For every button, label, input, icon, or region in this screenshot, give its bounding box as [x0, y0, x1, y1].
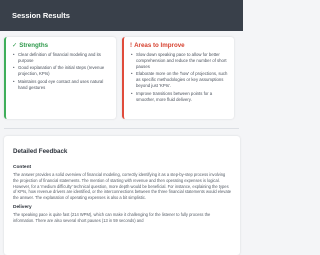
- detailed-feedback-panel[interactable]: Detailed Feedback Content The answer pro…: [4, 136, 240, 255]
- strengths-title: Strengths: [19, 42, 49, 49]
- strengths-heading: ✓ Strengths: [12, 42, 110, 49]
- exclamation-icon: !: [130, 42, 133, 49]
- areas-to-improve-card: ! Areas to Improve • Slow down speaking p…: [122, 37, 234, 119]
- delivery-text: The speaking pace is quite fast (214 WPM…: [13, 211, 211, 223]
- list-item: • Elaborate more on the 'how' of projecti…: [131, 71, 228, 89]
- improve-title: Areas to Improve: [134, 42, 185, 49]
- content-text: The answer provides a solid overview of …: [13, 172, 232, 201]
- section-divider: [4, 128, 239, 129]
- strengths-list: • Clear definition of financial modeling …: [12, 52, 110, 91]
- page-title: Session Results: [12, 11, 70, 20]
- list-item: • Good explanation of the initial steps (…: [13, 65, 105, 77]
- checkmark-icon: ✓: [12, 42, 18, 49]
- list-item: • Maintains good eye contact and uses nat…: [13, 78, 104, 90]
- session-results-header: Session Results: [0, 0, 243, 31]
- content-heading: Content: [13, 165, 32, 170]
- list-item: • Clear definition of financial modeling …: [13, 52, 101, 63]
- list-item: • Slow down speaking pace to allow for be…: [131, 52, 227, 69]
- strengths-card: ✓ Strengths • Clear definition of financi…: [4, 37, 116, 119]
- improve-heading: ! Areas to Improve: [130, 42, 228, 49]
- delivery-heading: Delivery: [13, 204, 32, 210]
- detailed-feedback-title: Detailed Feedback: [13, 148, 68, 155]
- improve-list: • Slow down speaking pace to allow for be…: [130, 52, 228, 102]
- list-item: • Improve transitions between points for …: [131, 90, 213, 102]
